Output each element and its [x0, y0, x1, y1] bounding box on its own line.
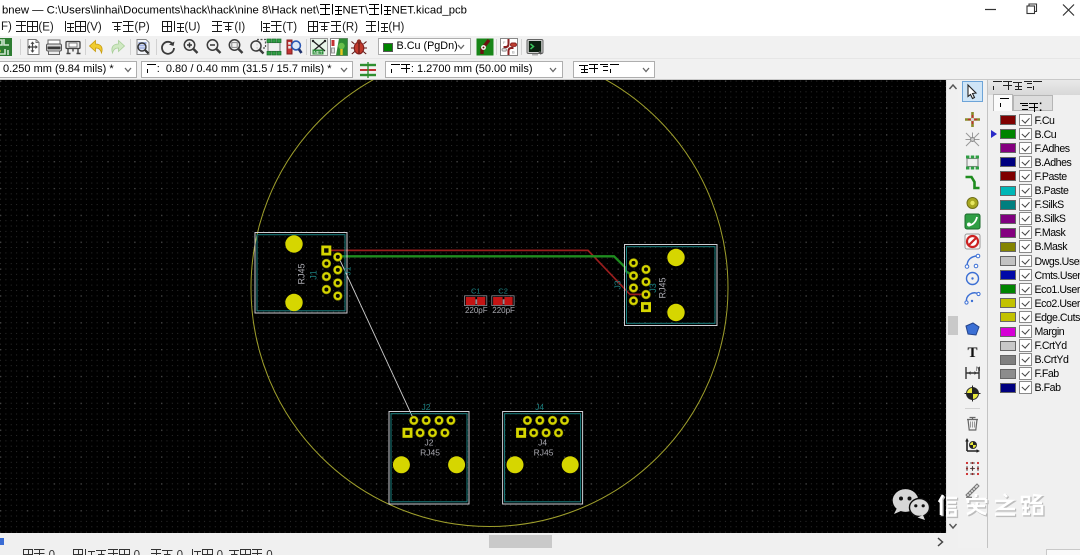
svg-text:J3: J3 — [613, 280, 623, 289]
svg-text:J1: J1 — [343, 266, 353, 275]
svg-text:NET: NET — [313, 50, 322, 55]
svg-text:C2: C2 — [498, 287, 508, 296]
svg-text:220pF: 220pF — [492, 306, 515, 315]
svg-text:J4: J4 — [538, 438, 547, 448]
svg-text:220pF: 220pF — [465, 306, 488, 315]
svg-text:RJ45: RJ45 — [297, 263, 307, 284]
svg-text:J3: J3 — [648, 283, 658, 293]
svg-text:J2: J2 — [425, 438, 434, 448]
svg-text:J4: J4 — [535, 402, 544, 412]
svg-text:N: N — [976, 367, 980, 373]
svg-text:J2: J2 — [422, 402, 431, 412]
svg-text:RJ45: RJ45 — [534, 448, 554, 458]
svg-text:J1: J1 — [309, 270, 319, 280]
svg-text:RJ45: RJ45 — [420, 448, 440, 458]
svg-text:C1: C1 — [471, 287, 481, 296]
svg-text:T: T — [967, 345, 977, 360]
svg-text:RJ45: RJ45 — [658, 277, 668, 298]
svg-text:B: B — [512, 50, 515, 55]
